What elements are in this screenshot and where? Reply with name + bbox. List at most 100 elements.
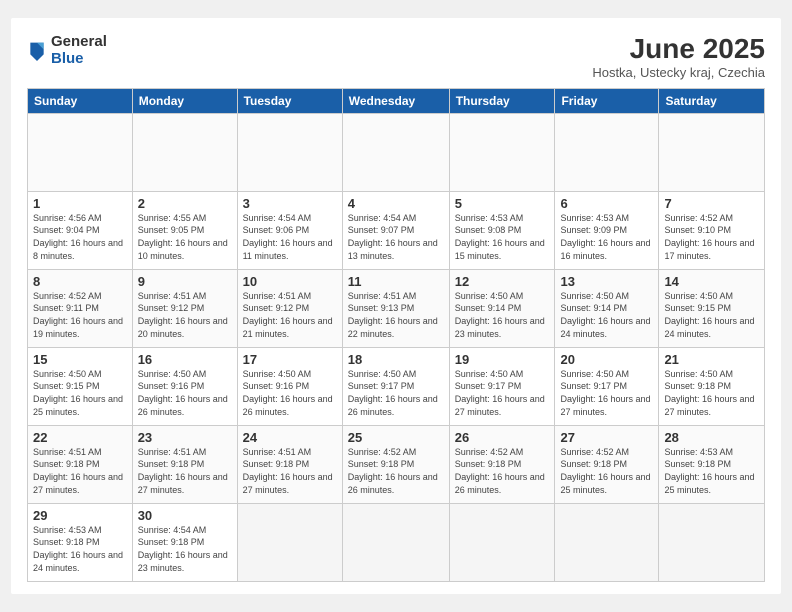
daylight-text: Daylight: 16 hours and 22 minutes. [348,315,444,340]
calendar-cell: 3 Sunrise: 4:54 AM Sunset: 9:06 PM Dayli… [237,191,342,269]
logo-blue-text: Blue [51,51,107,68]
calendar-cell: 7 Sunrise: 4:52 AM Sunset: 9:10 PM Dayli… [659,191,765,269]
day-number: 2 [138,196,232,211]
calendar-cell: 13 Sunrise: 4:50 AM Sunset: 9:14 PM Dayl… [555,269,659,347]
sunrise-text: Sunrise: 4:51 AM [243,446,337,459]
day-number: 20 [560,352,653,367]
day-info: Sunrise: 4:50 AM Sunset: 9:17 PM Dayligh… [560,368,653,418]
sunset-text: Sunset: 9:17 PM [455,380,550,393]
daylight-text: Daylight: 16 hours and 19 minutes. [33,315,127,340]
daylight-text: Daylight: 16 hours and 25 minutes. [664,471,759,496]
sunrise-text: Sunrise: 4:50 AM [455,368,550,381]
calendar-cell [237,503,342,581]
sunset-text: Sunset: 9:15 PM [33,380,127,393]
sunrise-text: Sunrise: 4:51 AM [243,290,337,303]
day-number: 8 [33,274,127,289]
title-section: June 2025 Hostka, Ustecky kraj, Czechia [592,34,765,80]
location-text: Hostka, Ustecky kraj, Czechia [592,65,765,80]
day-info: Sunrise: 4:53 AM Sunset: 9:18 PM Dayligh… [33,524,127,574]
daylight-text: Daylight: 16 hours and 27 minutes. [138,471,232,496]
sunrise-text: Sunrise: 4:52 AM [664,212,759,225]
day-info: Sunrise: 4:51 AM Sunset: 9:18 PM Dayligh… [243,446,337,496]
calendar-cell: 22 Sunrise: 4:51 AM Sunset: 9:18 PM Dayl… [28,425,133,503]
sunset-text: Sunset: 9:07 PM [348,224,444,237]
day-info: Sunrise: 4:54 AM Sunset: 9:18 PM Dayligh… [138,524,232,574]
day-number: 7 [664,196,759,211]
daylight-text: Daylight: 16 hours and 13 minutes. [348,237,444,262]
day-number: 30 [138,508,232,523]
day-info: Sunrise: 4:50 AM Sunset: 9:17 PM Dayligh… [348,368,444,418]
day-info: Sunrise: 4:50 AM Sunset: 9:14 PM Dayligh… [560,290,653,340]
day-number: 17 [243,352,337,367]
day-number: 21 [664,352,759,367]
sunrise-text: Sunrise: 4:53 AM [455,212,550,225]
sunset-text: Sunset: 9:05 PM [138,224,232,237]
sunset-text: Sunset: 9:18 PM [33,458,127,471]
sunrise-text: Sunrise: 4:50 AM [348,368,444,381]
day-number: 28 [664,430,759,445]
weekday-header-saturday: Saturday [659,88,765,113]
day-number: 9 [138,274,232,289]
day-number: 26 [455,430,550,445]
week-row-0 [28,113,765,191]
sunrise-text: Sunrise: 4:53 AM [664,446,759,459]
sunset-text: Sunset: 9:15 PM [664,302,759,315]
daylight-text: Daylight: 16 hours and 27 minutes. [33,471,127,496]
daylight-text: Daylight: 16 hours and 26 minutes. [243,393,337,418]
sunset-text: Sunset: 9:11 PM [33,302,127,315]
calendar-container: General Blue June 2025 Hostka, Ustecky k… [11,18,781,594]
calendar-cell: 6 Sunrise: 4:53 AM Sunset: 9:09 PM Dayli… [555,191,659,269]
sunrise-text: Sunrise: 4:51 AM [138,290,232,303]
calendar-cell: 27 Sunrise: 4:52 AM Sunset: 9:18 PM Dayl… [555,425,659,503]
sunset-text: Sunset: 9:09 PM [560,224,653,237]
logo: General Blue [27,34,107,67]
weekday-header-friday: Friday [555,88,659,113]
day-info: Sunrise: 4:53 AM Sunset: 9:18 PM Dayligh… [664,446,759,496]
sunrise-text: Sunrise: 4:51 AM [138,446,232,459]
sunrise-text: Sunrise: 4:50 AM [664,290,759,303]
daylight-text: Daylight: 16 hours and 26 minutes. [348,393,444,418]
calendar-cell: 29 Sunrise: 4:53 AM Sunset: 9:18 PM Dayl… [28,503,133,581]
day-info: Sunrise: 4:50 AM Sunset: 9:15 PM Dayligh… [664,290,759,340]
calendar-cell: 16 Sunrise: 4:50 AM Sunset: 9:16 PM Dayl… [132,347,237,425]
day-number: 15 [33,352,127,367]
logo-general-text: General [51,34,107,51]
calendar-cell: 1 Sunrise: 4:56 AM Sunset: 9:04 PM Dayli… [28,191,133,269]
calendar-cell [449,503,555,581]
calendar-cell [342,503,449,581]
weekday-header-monday: Monday [132,88,237,113]
day-info: Sunrise: 4:52 AM Sunset: 9:18 PM Dayligh… [560,446,653,496]
calendar-cell: 17 Sunrise: 4:50 AM Sunset: 9:16 PM Dayl… [237,347,342,425]
sunset-text: Sunset: 9:16 PM [138,380,232,393]
weekday-header-sunday: Sunday [28,88,133,113]
sunrise-text: Sunrise: 4:52 AM [455,446,550,459]
day-info: Sunrise: 4:53 AM Sunset: 9:08 PM Dayligh… [455,212,550,262]
sunset-text: Sunset: 9:18 PM [664,458,759,471]
calendar-cell: 23 Sunrise: 4:51 AM Sunset: 9:18 PM Dayl… [132,425,237,503]
sunrise-text: Sunrise: 4:54 AM [348,212,444,225]
day-info: Sunrise: 4:51 AM Sunset: 9:18 PM Dayligh… [138,446,232,496]
sunrise-text: Sunrise: 4:52 AM [348,446,444,459]
sunset-text: Sunset: 9:04 PM [33,224,127,237]
sunset-text: Sunset: 9:18 PM [138,536,232,549]
calendar-cell: 10 Sunrise: 4:51 AM Sunset: 9:12 PM Dayl… [237,269,342,347]
daylight-text: Daylight: 16 hours and 24 minutes. [560,315,653,340]
day-number: 14 [664,274,759,289]
sunset-text: Sunset: 9:14 PM [455,302,550,315]
day-number: 24 [243,430,337,445]
sunset-text: Sunset: 9:18 PM [33,536,127,549]
day-info: Sunrise: 4:55 AM Sunset: 9:05 PM Dayligh… [138,212,232,262]
day-info: Sunrise: 4:50 AM Sunset: 9:14 PM Dayligh… [455,290,550,340]
calendar-cell: 19 Sunrise: 4:50 AM Sunset: 9:17 PM Dayl… [449,347,555,425]
daylight-text: Daylight: 16 hours and 17 minutes. [664,237,759,262]
sunrise-text: Sunrise: 4:52 AM [560,446,653,459]
weekday-header-thursday: Thursday [449,88,555,113]
month-title: June 2025 [592,34,765,65]
sunrise-text: Sunrise: 4:50 AM [664,368,759,381]
day-info: Sunrise: 4:51 AM Sunset: 9:18 PM Dayligh… [33,446,127,496]
calendar-cell [555,503,659,581]
daylight-text: Daylight: 16 hours and 8 minutes. [33,237,127,262]
sunrise-text: Sunrise: 4:54 AM [243,212,337,225]
sunrise-text: Sunrise: 4:51 AM [348,290,444,303]
day-number: 27 [560,430,653,445]
